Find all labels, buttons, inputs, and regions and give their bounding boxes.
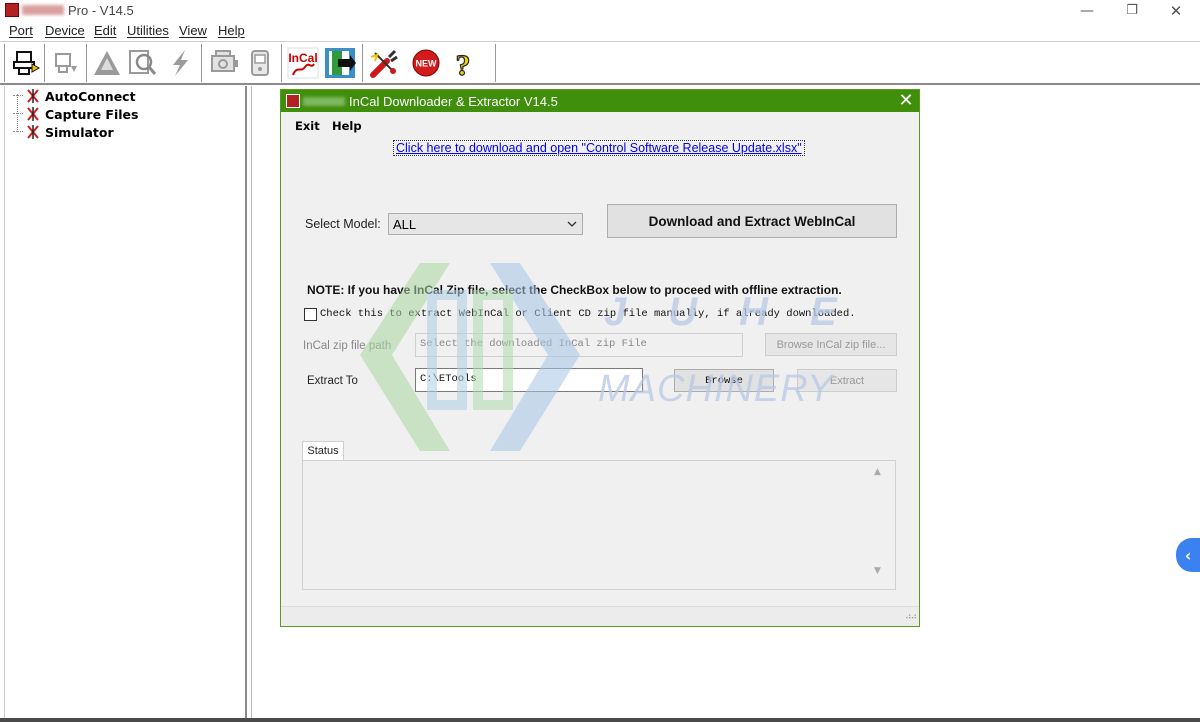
toolbar-incal-button[interactable]: InCal [286,47,320,79]
window-bottom-edge [0,718,1200,722]
engine-icon [211,50,238,72]
toolbar-help-button[interactable]: ? [446,47,480,79]
watermark-subtitle: MACHINERY [598,368,834,410]
tree-connector [13,95,23,97]
browse-zip-button[interactable]: Browse InCal zip file... [765,333,897,356]
menu-edit[interactable]: Edit [94,23,116,38]
disconnected-icon [27,107,39,121]
tree-item-label: Capture Files [45,106,139,122]
warning-triangle-icon [94,51,120,75]
toolbar: InCal NEW ? [0,41,1200,85]
side-panel-toggle[interactable]: ‹ [1176,538,1200,572]
close-window-button[interactable]: ✕ [1154,0,1198,22]
watermark-letters: JUHE [604,290,879,334]
tree-connector [13,131,23,133]
toolbar-device-button[interactable] [47,47,81,79]
tree-item-autoconnect[interactable]: AutoConnect [13,87,136,105]
device-tree: AutoConnect Capture Files Simulator [4,86,247,718]
new-badge-icon: NEW [412,49,440,77]
toolbar-separator [362,44,363,82]
chevron-left-icon: ‹ [1184,545,1192,565]
tree-connector [13,113,23,115]
toolbar-warning-button[interactable] [90,47,124,79]
dialog-app-icon [286,94,300,108]
tree-item-capture-files[interactable]: Capture Files [13,105,138,123]
dialog-title-bar: InCal Downloader & Extractor V14.5 ✕ [281,90,919,112]
toolbar-separator [281,44,282,82]
chevron-down-icon [567,221,577,227]
toolbar-new-button[interactable]: NEW [409,47,443,79]
resize-grip-icon[interactable]: ⠴⠴ [905,612,917,622]
title-bar: Pro - V14.5 — ❐ ✕ [0,0,1200,22]
dialog-menu-help[interactable]: Help [332,119,362,133]
toolbar-separator [495,44,496,82]
disconnected-icon [27,125,39,139]
status-tab[interactable]: Status [302,441,344,461]
toolbar-exit-button[interactable] [323,47,357,79]
menu-utilities[interactable]: Utilities [127,23,169,38]
toolbar-separator [201,44,202,82]
menu-help[interactable]: Help [218,23,245,38]
menu-port[interactable]: Port [9,23,33,38]
toolbar-separator [44,44,45,82]
toolbar-engine-button[interactable] [207,47,241,79]
exit-door-icon [325,48,356,78]
select-model-label: Select Model: [305,217,381,231]
tree-item-label: Simulator [45,124,114,140]
dialog-status-bar [281,606,919,626]
dialog-title: InCal Downloader & Extractor V14.5 [349,94,558,109]
release-update-link[interactable]: Click here to download and open "Control… [393,140,805,156]
download-extract-button[interactable]: Download and Extract WebInCal [607,204,897,238]
blurred-brand-text [303,97,345,106]
toolbar-handheld-button[interactable] [243,47,277,79]
menu-device[interactable]: Device [45,23,85,38]
svg-text:InCal: InCal [288,51,317,65]
scroll-up-icon[interactable]: ▲ [874,467,881,477]
help-question-icon: ? [455,48,471,79]
device-icon [55,53,77,73]
app-icon [5,3,19,17]
toolbar-separator [4,44,5,82]
dialog-close-button[interactable]: ✕ [893,90,919,112]
lightning-icon [173,50,188,76]
toolbar-connect-button[interactable] [9,47,43,79]
connect-icon [13,51,41,75]
toolbar-inspect-button[interactable] [125,47,159,79]
watermark-logo-icon [360,263,580,451]
offline-extract-checkbox[interactable] [304,308,317,321]
status-log[interactable] [302,460,896,590]
toolbar-lightning-button[interactable] [163,47,197,79]
restore-button[interactable]: ❐ [1110,0,1154,22]
tree-item-simulator[interactable]: Simulator [13,123,114,141]
tree-item-label: AutoConnect [45,88,136,104]
window-title: Pro - V14.5 [68,3,134,18]
toolbar-tools-button[interactable] [368,47,402,79]
inspect-icon [129,50,157,75]
scroll-down-icon[interactable]: ▼ [874,566,881,576]
blurred-brand-text [22,5,64,15]
dialog-menu-bar: Exit Help [281,116,919,136]
menu-bar: Port Device Edit Utilities View Help [0,22,1200,40]
handheld-icon [251,50,269,76]
menu-view[interactable]: View [179,23,207,38]
dialog-menu-exit[interactable]: Exit [295,119,320,133]
select-model-dropdown[interactable]: ALL [388,213,583,235]
minimize-button[interactable]: — [1065,0,1109,22]
toolbar-separator [86,44,87,82]
tools-icon [370,49,398,78]
svg-text:NEW: NEW [416,59,438,69]
disconnected-icon [27,89,39,103]
svg-text:?: ? [456,49,471,79]
incal-icon: InCal [287,47,319,79]
